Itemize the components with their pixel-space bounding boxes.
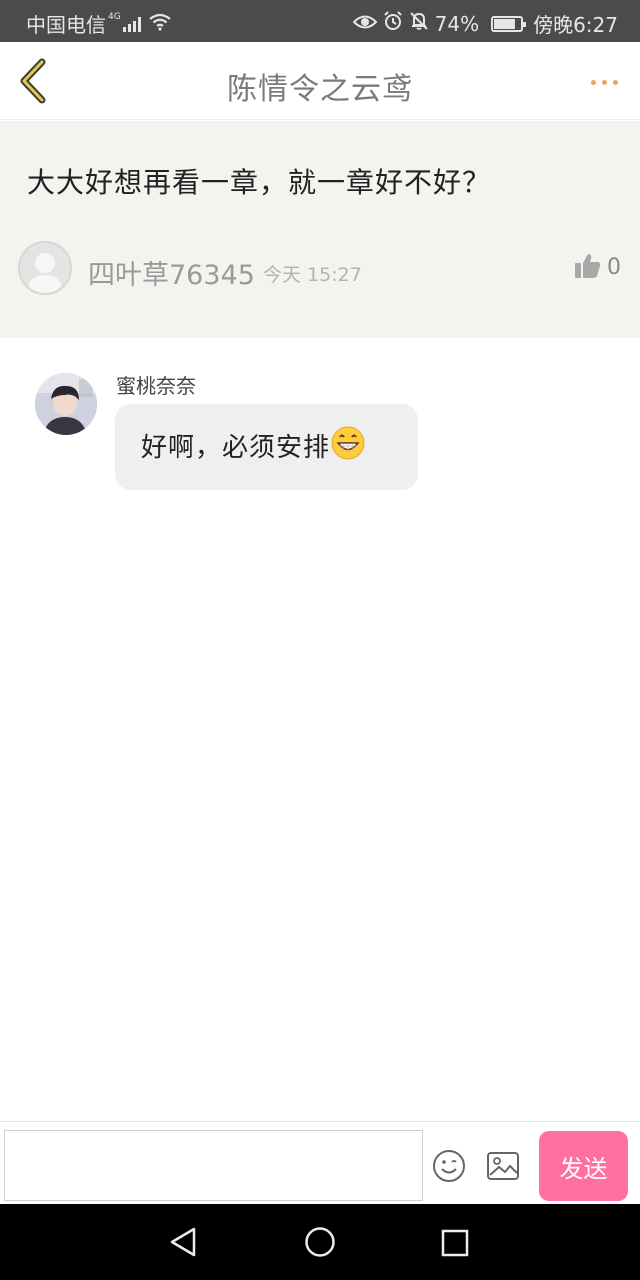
system-nav-bar — [0, 1204, 640, 1280]
send-button[interactable]: 发送 — [539, 1131, 628, 1201]
alarm-icon — [383, 11, 403, 36]
more-dots-icon — [591, 79, 596, 85]
default-avatar-icon — [20, 243, 70, 293]
nav-back-icon[interactable] — [168, 1226, 198, 1258]
status-left: 中国电信 4G — [26, 9, 171, 38]
compose-bar: 发送 — [0, 1121, 640, 1204]
mute-icon — [409, 11, 429, 36]
signal-icon — [122, 16, 141, 32]
thumbs-up-icon[interactable] — [574, 252, 602, 280]
reply-text: 好啊，必须安排 — [141, 433, 331, 463]
wifi-icon — [149, 12, 171, 36]
more-button[interactable] — [591, 72, 618, 92]
battery-icon — [491, 15, 527, 32]
nav-recent-apps-icon[interactable] — [441, 1229, 469, 1257]
status-bar: 中国电信 4G 74% 傍晚6:27 — [0, 0, 640, 42]
grinning-face-emoji — [331, 426, 365, 467]
avatar[interactable] — [18, 241, 72, 295]
original-comment: 大大好想再看一章，就一章好不好？ 四叶草76345 今天 15:27 0 — [0, 121, 640, 338]
emoji-button[interactable] — [432, 1149, 466, 1183]
clock-time: 傍晚6:27 — [533, 13, 618, 37]
page-title: 陈情令之云鸢 — [227, 72, 413, 107]
chat-screen: 中国电信 4G 74% 傍晚6:27 陈情令之云鸢 大大好想再看一章，就一章好不… — [0, 0, 640, 1280]
reply-author[interactable]: 蜜桃奈奈 — [116, 370, 196, 399]
image-icon — [487, 1152, 519, 1180]
like-count: 0 — [607, 255, 621, 280]
image-button[interactable] — [486, 1151, 520, 1181]
nav-home-icon[interactable] — [304, 1226, 336, 1258]
comment-text: 大大好想再看一章，就一章好不好？ — [27, 166, 492, 199]
eye-icon — [352, 12, 378, 36]
comment-time: 今天 15:27 — [263, 264, 362, 286]
status-right: 74% 傍晚6:27 — [352, 9, 618, 38]
user-photo-avatar — [35, 373, 97, 435]
network-type: 4G — [108, 11, 121, 22]
comment-author[interactable]: 四叶草76345 — [88, 253, 255, 292]
smiley-icon — [433, 1150, 465, 1182]
top-nav-header: 陈情令之云鸢 — [0, 42, 640, 120]
reply-message: 好啊，必须安排 — [141, 426, 365, 469]
message-input[interactable] — [4, 1130, 423, 1201]
message-bubble: 好啊，必须安排 — [115, 404, 418, 490]
avatar[interactable] — [35, 373, 97, 435]
carrier-label: 中国电信 — [26, 13, 106, 37]
battery-percent: 74% — [434, 11, 480, 36]
